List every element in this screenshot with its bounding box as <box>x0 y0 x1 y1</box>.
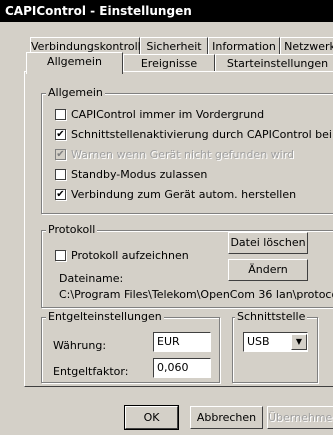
tab-allgemein[interactable]: Allgemein <box>26 52 123 74</box>
settings-window: CAPIControl - Einstellungen Verbindungsk… <box>0 0 333 435</box>
checkbox-standby[interactable] <box>55 169 66 180</box>
label-protokoll-aufzeichnen[interactable]: Protokoll aufzeichnen <box>71 249 189 262</box>
currency-label: Währung: <box>53 339 107 352</box>
filename-value: C:\Program Files\Telekom\OpenCom 36 lan\… <box>59 288 333 301</box>
apply-button: Übernehmen <box>267 406 333 429</box>
checkbox-vordergrund[interactable] <box>55 109 66 120</box>
chevron-down-icon[interactable]: ▼ <box>291 334 307 350</box>
delete-file-button[interactable]: Datei löschen <box>228 232 308 254</box>
label-schnittstellenaktivierung[interactable]: Schnittstellenaktivierung durch CAPICont… <box>71 128 333 141</box>
checkbox-auto-verbindung[interactable]: ✔ <box>55 189 66 200</box>
group-entgelt-legend: Entgelteinstellungen <box>46 310 164 323</box>
label-standby[interactable]: Standby-Modus zulassen <box>71 168 207 181</box>
checkbox-schnittstellenaktivierung[interactable]: ✔ <box>55 129 66 140</box>
group-protokoll-legend: Protokoll <box>46 223 98 236</box>
checkbox-protokoll-aufzeichnen[interactable] <box>55 250 66 261</box>
currency-input[interactable]: EUR <box>153 332 211 352</box>
ok-button[interactable]: OK <box>124 405 179 430</box>
checkbox-warnen: ✔ <box>55 149 66 160</box>
group-schnittstelle-legend: Schnittstelle <box>235 310 308 323</box>
filename-label: Dateiname: <box>59 272 124 285</box>
label-warnen: Warnen wenn Gerät nicht gefunden wird <box>71 148 295 161</box>
cancel-button[interactable]: Abbrechen <box>190 406 263 429</box>
label-auto-verbindung[interactable]: Verbindung zum Gerät autom. herstellen <box>71 188 296 201</box>
title-bar: CAPIControl - Einstellungen <box>0 0 333 22</box>
factor-label: Entgeltfaktor: <box>53 365 129 378</box>
change-button[interactable]: Ändern <box>228 259 308 281</box>
group-allgemein-legend: Allgemein <box>46 86 105 99</box>
interface-select-value: USB <box>247 335 270 348</box>
label-vordergrund[interactable]: CAPIControl immer im Vordergrund <box>71 108 264 121</box>
tab-panel-allgemein: Allgemein CAPIControl immer im Vordergru… <box>24 71 333 387</box>
factor-input[interactable]: 0,060 <box>153 358 211 378</box>
